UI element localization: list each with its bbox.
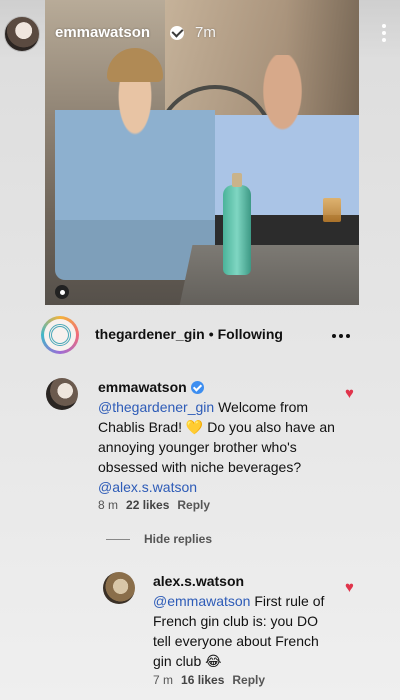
separator-dot: • bbox=[208, 326, 214, 342]
mention-link[interactable]: @alex.s.watson bbox=[98, 479, 197, 495]
reply-button[interactable]: Reply bbox=[232, 673, 265, 687]
comment-author[interactable]: emmawatson bbox=[98, 379, 204, 395]
heart-icon[interactable]: ♥ bbox=[345, 386, 354, 401]
brand-avatar[interactable] bbox=[41, 316, 79, 354]
comment-age: 8 m bbox=[98, 498, 119, 512]
verified-icon bbox=[170, 26, 184, 40]
reply-author[interactable]: alex.s.watson bbox=[153, 573, 244, 589]
post-account-row: thegardener_gin • Following bbox=[0, 310, 400, 360]
brand-username[interactable]: thegardener_gin bbox=[95, 326, 205, 342]
mention-link[interactable]: @emmawatson bbox=[153, 593, 250, 609]
verified-icon bbox=[190, 381, 204, 394]
brand-line: thegardener_gin • Following bbox=[95, 326, 283, 342]
story-header: emmawatson 7m bbox=[0, 0, 400, 66]
reply-button[interactable]: Reply bbox=[177, 498, 210, 512]
comment-avatar[interactable] bbox=[46, 378, 78, 410]
mention-link[interactable]: @thegardener_gin bbox=[98, 399, 214, 415]
photo-person-left bbox=[55, 50, 215, 280]
story-avatar[interactable] bbox=[4, 16, 40, 52]
tagged-people-icon[interactable] bbox=[55, 285, 69, 299]
photo-glass bbox=[323, 198, 341, 222]
reply-avatar[interactable] bbox=[103, 572, 135, 604]
divider-line bbox=[106, 538, 130, 540]
reply-likes[interactable]: 16 likes bbox=[181, 673, 224, 687]
more-horizontal-icon[interactable] bbox=[332, 334, 350, 338]
reply-meta: 7 m 16 likes Reply bbox=[153, 673, 265, 687]
story-view: emmawatson 7m thegardener_gin • Following … bbox=[0, 0, 400, 700]
photo-bottle bbox=[223, 173, 251, 275]
photo-table bbox=[177, 245, 359, 305]
story-timestamp: 7m bbox=[195, 24, 216, 41]
more-options-icon[interactable] bbox=[382, 24, 386, 42]
heart-icon[interactable]: ♥ bbox=[345, 580, 354, 595]
story-username[interactable]: emmawatson bbox=[55, 24, 150, 41]
follow-status[interactable]: Following bbox=[218, 326, 283, 342]
comment-likes[interactable]: 22 likes bbox=[126, 498, 169, 512]
reply-text: @emmawatson First rule of French gin clu… bbox=[153, 593, 325, 669]
reply-age: 7 m bbox=[153, 673, 174, 687]
hide-replies-label[interactable]: Hide replies bbox=[144, 532, 212, 546]
comment-meta: 8 m 22 likes Reply bbox=[98, 498, 210, 512]
comment-text: @thegardener_gin Welcome from Chablis Br… bbox=[98, 399, 335, 495]
hide-replies-button[interactable]: Hide replies bbox=[106, 532, 212, 546]
